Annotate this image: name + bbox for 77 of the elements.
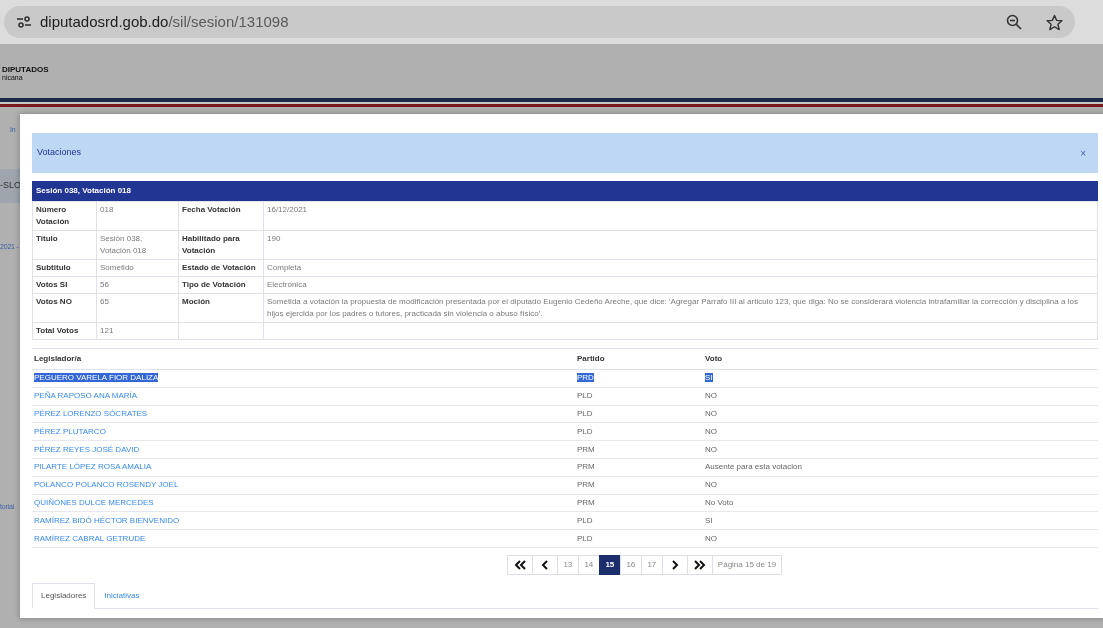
column-header: Partido — [577, 354, 605, 363]
legislator-link[interactable]: QUIÑONES DULCE MERCEDES — [34, 497, 154, 507]
field-value: 190 — [267, 234, 281, 243]
field-label: Moción — [182, 297, 210, 306]
vote-cell: NO — [705, 409, 717, 418]
legislator-link[interactable]: PÉREZ PLUTARCO — [34, 426, 106, 436]
legislator-link[interactable]: PILARTE LÓPEZ ROSA AMALIA — [34, 462, 152, 472]
field-value: 65 — [100, 297, 109, 306]
field-label: Votos NO — [36, 297, 72, 306]
legislator-link[interactable]: PEGUERO VARELA FIOR DALIZA — [34, 373, 159, 383]
party-cell: PLD — [577, 409, 593, 418]
previous-page-button[interactable] — [531, 554, 558, 575]
field-label: Subtitulo — [36, 263, 71, 272]
party-cell: PRM — [577, 462, 595, 472]
logo-title: DIPUTADOS — [2, 66, 50, 74]
field-label: Fecha Votación — [182, 205, 241, 214]
party-cell: PLD — [577, 533, 593, 543]
party-cell: PLD — [577, 426, 593, 436]
close-button[interactable]: × — [1080, 145, 1086, 161]
column-header: Voto — [705, 354, 723, 363]
banner-text: -SLO — [0, 169, 20, 203]
page-indicator: Página 15 de 19 — [711, 554, 783, 575]
field-value: 56 — [100, 280, 109, 289]
vote-cell: NO — [705, 533, 717, 543]
page-button[interactable]: 14 — [577, 554, 600, 575]
field-label: Votos SI — [36, 280, 68, 289]
field-value: 018 — [100, 205, 114, 214]
site-settings-icon[interactable] — [16, 15, 32, 29]
vote-cell: NO — [705, 391, 717, 401]
party-cell: PLD — [577, 515, 593, 525]
field-value: Sesión 038, Votación 018 — [100, 234, 147, 255]
field-label: Estado de Votación — [182, 263, 256, 272]
vote-cell: No Voto — [705, 497, 734, 507]
field-label: Tipo de Votación — [182, 280, 246, 289]
legislator-link[interactable]: PEÑA RAPOSO ANA MARÍA — [34, 391, 138, 401]
vote-cell: NO — [705, 444, 717, 454]
party-cell: PRD — [577, 373, 594, 383]
vote-cell: Ausente para esta votacion — [705, 462, 802, 472]
legislator-link[interactable]: RAMÍREZ CABRAL GETRUDE — [34, 533, 146, 543]
field-value: Sometido — [100, 263, 134, 272]
field-value: Electrónica — [267, 280, 307, 289]
double-chevron-right-icon — [692, 557, 707, 572]
party-cell: PLD — [577, 391, 593, 401]
page-button[interactable]: 16 — [619, 554, 642, 575]
double-chevron-left-icon — [512, 557, 527, 572]
party-cell: PRM — [577, 444, 595, 454]
field-label: Total Votos — [36, 326, 79, 335]
bookmark-star-icon[interactable] — [1046, 13, 1063, 31]
party-cell: PRM — [577, 497, 595, 507]
page-button[interactable]: 13 — [556, 554, 579, 575]
legislator-link[interactable]: PÉREZ LORENZO SÓCRATES — [34, 409, 148, 418]
legislator-link[interactable]: RAMÍREZ BIDÓ HÉCTOR BIENVENIDO — [34, 515, 180, 525]
field-label: Titulo — [36, 234, 58, 243]
first-page-button[interactable] — [506, 554, 533, 575]
section-title: Sesión 038, Votación 018 — [36, 185, 131, 197]
last-page-button[interactable] — [686, 554, 713, 575]
page-button[interactable]: 17 — [640, 554, 663, 575]
page-button[interactable]: 15 — [598, 554, 621, 575]
field-value: Completa — [267, 263, 302, 272]
tab[interactable]: Legisladores — [32, 582, 96, 609]
field-label: Número Votación — [36, 205, 70, 226]
vote-cell: NO — [705, 480, 717, 490]
field-label: Habilitado para Votación — [182, 234, 240, 255]
field-value: 121 — [100, 326, 114, 335]
column-header: Legislador/a — [34, 354, 82, 363]
zoom-icon[interactable] — [1006, 14, 1022, 30]
field-value: 16/12/2021 — [267, 205, 308, 214]
field-value: Sometida a votación la propuesta de modificación presentada por el diputado Eugenio Cedeño Areche, que dice: 'Agregar Párrafo III al articulo 123, que diga: No se considerará violencia intrafamiliar la corrección y disciplina a los hijos ejercida por los padres o tutores, practicada sin violencia o abuso físico'. — [267, 297, 1078, 318]
legislator-link[interactable]: PÉREZ REYES JOSÉ DAVID — [34, 444, 140, 454]
next-page-button[interactable] — [661, 554, 688, 575]
party-cell: PRM — [577, 480, 595, 490]
legislator-link[interactable]: POLANCO POLANCO ROSENDY JOEL — [34, 480, 179, 490]
modal-title: Votaciones — [37, 146, 82, 160]
vote-cell: SI — [705, 515, 713, 525]
vote-cell: NO — [705, 426, 717, 436]
tab[interactable]: Iniciativas — [95, 582, 149, 609]
vote-cell: SI — [705, 373, 713, 383]
